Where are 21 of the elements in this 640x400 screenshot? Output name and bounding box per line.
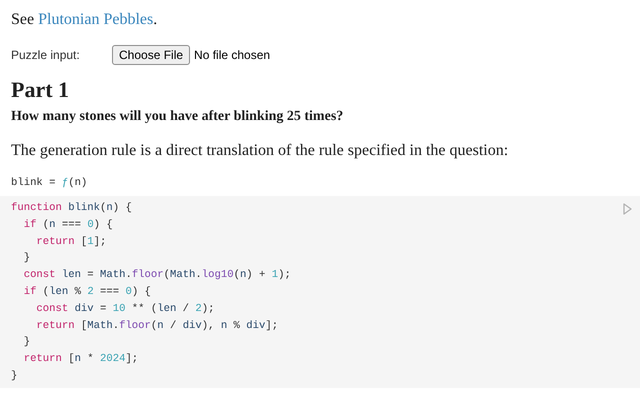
- code-line: return [Math.floor(n / div), n % div];: [35, 318, 278, 334]
- code-line: }: [11, 368, 18, 384]
- code-line: if (n === 0) {: [22, 218, 113, 233]
- puzzle-input-label: Puzzle input:: [11, 47, 81, 64]
- file-status: No file chosen: [194, 47, 270, 64]
- code-line: }: [22, 251, 30, 266]
- description-text: The generation rule is a direct translation of the rule specified in the question:: [11, 141, 508, 161]
- question-text: How many stones will you have after blinking 25 times?: [11, 108, 344, 126]
- choose-file-button[interactable]: Choose File: [112, 45, 190, 65]
- code-line: return [1];: [35, 234, 106, 250]
- pebbles-link[interactable]: Plutonian Pebbles: [38, 11, 154, 28]
- code-line: return [n * 2024];: [22, 352, 138, 368]
- intro-text: See Plutonian Pebbles.: [11, 10, 158, 30]
- signature-code: blink = ƒ(n): [11, 176, 88, 190]
- run-icon[interactable]: [623, 203, 632, 215]
- code-line: if (len % 2 === 0) {: [22, 284, 151, 300]
- code-line: function blink(n) {: [11, 201, 132, 216]
- code-line: const len = Math.floor(Math.log10(n) + 1);: [22, 268, 291, 284]
- code-line: const div = 10 ** (len / 2);: [35, 302, 214, 317]
- part-heading: Part 1: [11, 77, 70, 103]
- code-line: }: [22, 335, 30, 350]
